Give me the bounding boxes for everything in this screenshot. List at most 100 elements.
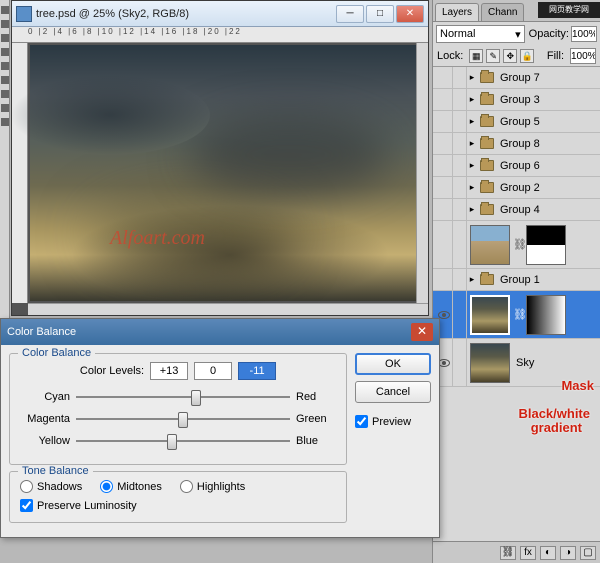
document-window: tree.psd @ 25% (Sky2, RGB/8) ─ □ ✕ 0 |2 … <box>11 0 429 316</box>
site-logo: 网页教学网 <box>538 2 600 18</box>
annotation-bw: Black/white <box>518 406 590 421</box>
maximize-button[interactable]: □ <box>366 5 394 23</box>
slider-thumb[interactable] <box>178 412 188 428</box>
expand-icon[interactable]: ▸ <box>467 160 477 171</box>
slider-thumb[interactable] <box>167 434 177 450</box>
lock-all-icon[interactable]: 🔒 <box>520 49 534 63</box>
folder-icon <box>480 116 494 127</box>
opacity-label: Opacity: <box>529 28 569 40</box>
lock-position-icon[interactable]: ✥ <box>503 49 517 63</box>
layer-ground[interactable]: ⛓ <box>433 221 600 269</box>
mask-thumb <box>526 295 566 335</box>
ruler-horizontal[interactable]: 0 |2 |4 |6 |8 |10 |12 |14 |16 |18 |20 |2… <box>12 27 428 43</box>
layer-group-7[interactable]: ▸Group 7 <box>433 67 600 89</box>
canvas[interactable]: Alfoart.com <box>30 45 416 301</box>
color-balance-legend: Color Balance <box>18 347 95 359</box>
folder-icon <box>480 160 494 171</box>
minimize-button[interactable]: ─ <box>336 5 364 23</box>
scrollbar-horizontal[interactable] <box>28 303 428 315</box>
color-level-b-input[interactable] <box>194 362 232 380</box>
annotation-gradient: gradient <box>531 420 582 435</box>
layer-thumb <box>470 343 510 383</box>
layer-sky2-selected[interactable]: ⛓ <box>433 291 600 339</box>
layers-panel: 网页教学网 Layers Chann Normal ▾ Opacity: Loc… <box>432 0 600 563</box>
color-level-c-input[interactable] <box>238 362 276 380</box>
adjustment-icon[interactable]: ◑ <box>560 546 576 560</box>
mask-icon[interactable]: ◐ <box>540 546 556 560</box>
folder-icon <box>480 274 494 285</box>
midtones-radio[interactable]: Midtones <box>100 480 162 493</box>
canvas-image <box>30 45 416 301</box>
ps-file-icon <box>16 6 32 22</box>
expand-icon[interactable]: ▸ <box>467 94 477 105</box>
tab-channels[interactable]: Chann <box>481 3 524 21</box>
fill-input[interactable] <box>570 48 596 64</box>
highlights-radio[interactable]: Highlights <box>180 480 245 493</box>
dialog-close-button[interactable]: ✕ <box>411 323 433 341</box>
layer-group-6[interactable]: ▸Group 6 <box>433 155 600 177</box>
color-balance-dialog: Color Balance ✕ Color Balance Color Leve… <box>0 318 440 538</box>
group-icon[interactable]: ▢ <box>580 546 596 560</box>
yellow-blue-slider[interactable] <box>76 432 290 450</box>
blend-mode-value: Normal <box>440 28 475 40</box>
fill-label: Fill: <box>547 50 564 62</box>
ruler-vertical[interactable] <box>12 43 28 303</box>
folder-icon <box>480 94 494 105</box>
cyan-red-slider[interactable] <box>76 388 290 406</box>
layer-group-8[interactable]: ▸Group 8 <box>433 133 600 155</box>
tab-layers[interactable]: Layers <box>435 3 479 21</box>
dialog-titlebar[interactable]: Color Balance ✕ <box>1 319 439 345</box>
layer-group-2[interactable]: ▸Group 2 <box>433 177 600 199</box>
fx-icon[interactable]: fx <box>520 546 536 560</box>
layers-footer: ⛓ fx ◐ ◑ ▢ <box>433 541 600 563</box>
lock-transparency-icon[interactable]: ▦ <box>469 49 483 63</box>
tone-balance-group: Tone Balance Shadows Midtones Highlights… <box>9 471 347 523</box>
document-title: tree.psd @ 25% (Sky2, RGB/8) <box>36 8 336 20</box>
preserve-luminosity-checkbox[interactable]: Preserve Luminosity <box>20 499 336 512</box>
folder-icon <box>480 72 494 83</box>
layer-group-3[interactable]: ▸Group 3 <box>433 89 600 111</box>
magenta-label: Magenta <box>20 413 70 425</box>
mask-link-icon: ⛓ <box>513 238 523 251</box>
tool-strip <box>0 0 10 320</box>
expand-icon[interactable]: ▸ <box>467 72 477 83</box>
shadows-radio[interactable]: Shadows <box>20 480 82 493</box>
link-layers-icon[interactable]: ⛓ <box>500 546 516 560</box>
lock-label: Lock: <box>437 50 463 62</box>
preview-checkbox[interactable]: Preview <box>355 415 431 428</box>
expand-icon[interactable]: ▸ <box>467 274 477 285</box>
tone-balance-legend: Tone Balance <box>18 465 93 477</box>
mask-link-icon: ⛓ <box>513 308 523 321</box>
layer-list: ▸Group 7 ▸Group 3 ▸Group 5 ▸Group 8 ▸Gro… <box>433 67 600 387</box>
blend-mode-select[interactable]: Normal ▾ <box>436 25 525 43</box>
dialog-title: Color Balance <box>7 326 76 338</box>
green-label: Green <box>296 413 336 425</box>
cyan-label: Cyan <box>20 391 70 403</box>
opacity-input[interactable] <box>571 26 597 42</box>
expand-icon[interactable]: ▸ <box>467 138 477 149</box>
layer-group-5[interactable]: ▸Group 5 <box>433 111 600 133</box>
document-titlebar[interactable]: tree.psd @ 25% (Sky2, RGB/8) ─ □ ✕ <box>12 1 428 27</box>
blue-label: Blue <box>296 435 336 447</box>
color-balance-group: Color Balance Color Levels: Cyan Red Mag… <box>9 353 347 465</box>
layer-thumb <box>470 225 510 265</box>
layer-thumb <box>470 295 510 335</box>
layer-group-4[interactable]: ▸Group 4 <box>433 199 600 221</box>
magenta-green-slider[interactable] <box>76 410 290 428</box>
expand-icon[interactable]: ▸ <box>467 182 477 193</box>
scrollbar-vertical[interactable] <box>416 43 428 303</box>
mask-thumb <box>526 225 566 265</box>
slider-thumb[interactable] <box>191 390 201 406</box>
watermark: Alfoart.com <box>110 227 205 250</box>
folder-icon <box>480 204 494 215</box>
close-button[interactable]: ✕ <box>396 5 424 23</box>
red-label: Red <box>296 391 336 403</box>
ok-button[interactable]: OK <box>355 353 431 375</box>
expand-icon[interactable]: ▸ <box>467 116 477 127</box>
layer-group-1[interactable]: ▸Group 1 <box>433 269 600 291</box>
lock-pixels-icon[interactable]: ✎ <box>486 49 500 63</box>
color-level-a-input[interactable] <box>150 362 188 380</box>
expand-icon[interactable]: ▸ <box>467 204 477 215</box>
cancel-button[interactable]: Cancel <box>355 381 431 403</box>
layer-sky[interactable]: Sky <box>433 339 600 387</box>
